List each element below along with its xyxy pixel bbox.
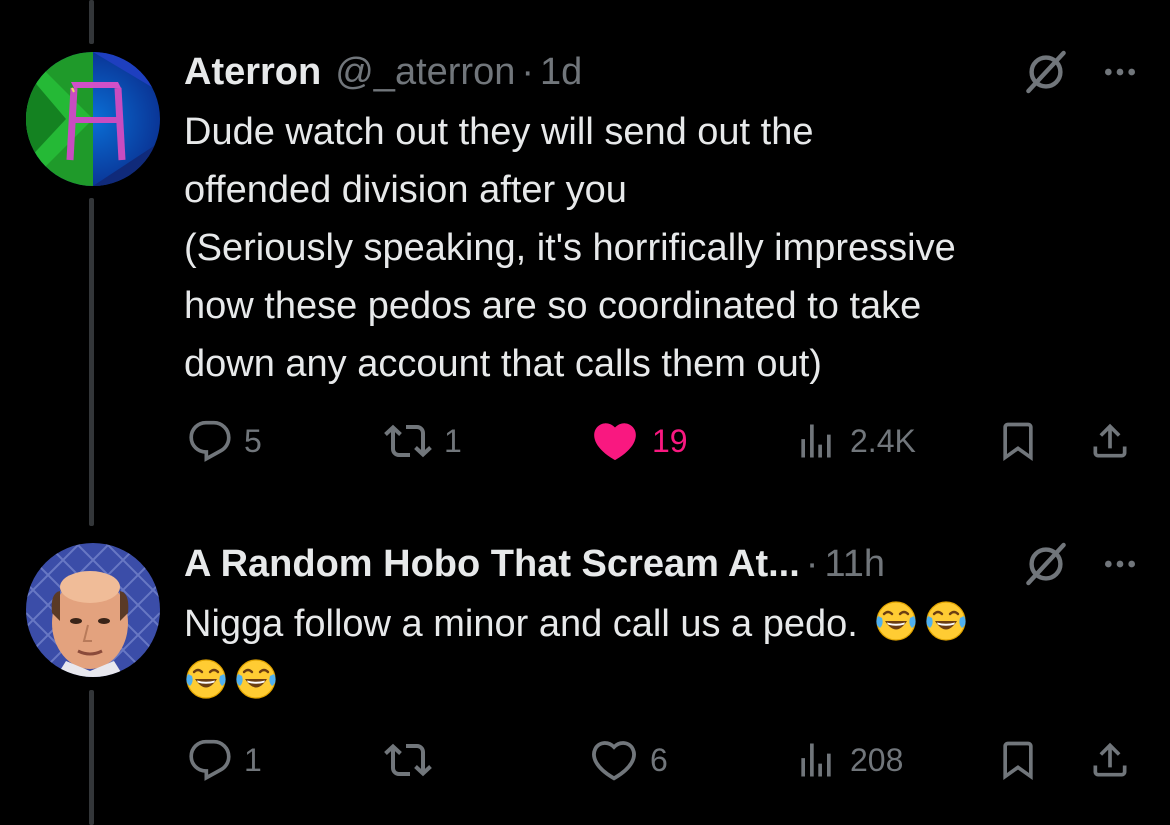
avatar-hobo[interactable] [26, 543, 160, 677]
share-icon [1088, 738, 1132, 782]
tweet-text-body: Nigga follow a minor and call us a pedo. [184, 603, 858, 645]
tweet-header: Aterron @_aterron · 1d [184, 48, 582, 96]
user-handle[interactable]: @_aterron [335, 51, 515, 94]
like-button[interactable]: 19 [590, 416, 688, 466]
avatar-aterron[interactable] [26, 52, 160, 186]
repost-icon [384, 736, 432, 784]
like-count: 19 [652, 422, 688, 459]
bookmark-button[interactable] [996, 416, 1040, 466]
face-with-tears-of-joy-icon [234, 656, 278, 700]
repost-button[interactable] [384, 735, 444, 785]
view-count: 2.4K [850, 422, 916, 459]
timestamp[interactable]: 11h [824, 543, 885, 586]
display-name[interactable]: Aterron [184, 51, 321, 94]
views-icon [794, 419, 838, 463]
views-button[interactable]: 208 [794, 735, 903, 785]
face-with-tears-of-joy-icon [184, 656, 228, 700]
reply-count: 1 [244, 741, 262, 778]
like-button[interactable]: 6 [590, 735, 668, 785]
repost-button[interactable]: 1 [384, 416, 462, 466]
repost-icon [384, 417, 432, 465]
tweet-text-line: how these pedos are so coordinated to ta… [184, 285, 922, 327]
thread-line-top [89, 0, 94, 44]
tweet-text-line: offended division after you [184, 169, 627, 211]
separator-dot: · [805, 542, 819, 585]
tweet-header-icons [1022, 48, 1140, 96]
views-icon [794, 738, 838, 782]
tweet-actions: 1 6 208 [184, 735, 1136, 785]
tweet-text-line: Dude watch out they will send out the [184, 111, 814, 153]
separator-dot: · [521, 50, 535, 93]
share-button[interactable] [1088, 735, 1132, 785]
reply-count: 5 [244, 422, 262, 459]
bookmark-button[interactable] [996, 735, 1040, 785]
view-count: 208 [850, 741, 904, 778]
tweet-actions: 5 1 19 2.4K [184, 416, 1136, 466]
bookmark-icon [996, 419, 1040, 463]
views-button[interactable]: 2.4K [794, 416, 916, 466]
face-with-tears-of-joy-icon [924, 598, 968, 642]
grok-icon[interactable] [1022, 540, 1070, 588]
bookmark-icon [996, 738, 1040, 782]
face-with-tears-of-joy-icon [874, 598, 918, 642]
reply-icon [188, 738, 232, 782]
more-icon[interactable] [1100, 52, 1140, 92]
reply-icon [188, 419, 232, 463]
tweet-text: Dude watch out they will send out the of… [184, 103, 1134, 393]
timestamp[interactable]: 1d [540, 51, 582, 94]
tweet-header-icons [1022, 540, 1140, 588]
thread-line-middle [89, 198, 94, 526]
thread-line-bottom [89, 690, 94, 825]
like-icon [590, 736, 638, 784]
repost-count: 1 [444, 422, 462, 459]
display-name[interactable]: A Random Hobo That Scream At... [184, 543, 800, 586]
reply-button[interactable]: 1 [188, 735, 262, 785]
tweet-text-line: Nigga follow a minor and call us a pedo. [184, 595, 1134, 653]
tweet-text-line: (Seriously speaking, it's horrifically i… [184, 227, 956, 269]
reply-button[interactable]: 5 [188, 416, 262, 466]
share-icon [1088, 419, 1132, 463]
grok-icon[interactable] [1022, 48, 1070, 96]
share-button[interactable] [1088, 416, 1132, 466]
like-count: 6 [650, 741, 668, 778]
tweet-header: A Random Hobo That Scream At... · 11h [184, 540, 885, 588]
tweet-text-line [184, 653, 1134, 711]
like-icon [590, 416, 640, 466]
more-icon[interactable] [1100, 544, 1140, 584]
tweet-text: Nigga follow a minor and call us a pedo. [184, 595, 1134, 711]
tweet-text-line: down any account that calls them out) [184, 343, 822, 385]
